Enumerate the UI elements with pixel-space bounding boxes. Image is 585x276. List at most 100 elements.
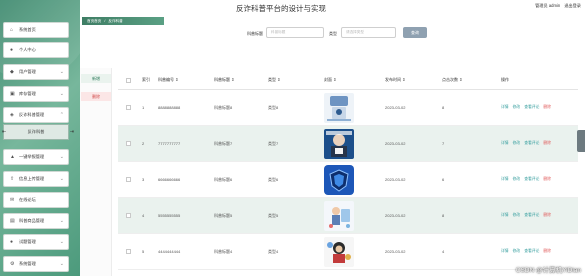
col-clicks-label: 点击次数	[442, 77, 458, 82]
row-checkbox[interactable]	[126, 141, 131, 146]
sidebar-item-questions[interactable]: ● 试题管理 ⌄	[3, 234, 69, 250]
search-button[interactable]: 查询	[403, 27, 427, 38]
row-checkbox[interactable]	[126, 177, 131, 182]
sort-icon: ⇕	[231, 77, 235, 82]
col-code-label: 科普编号	[158, 77, 174, 82]
drag-arrow-right-icon: ⇥	[69, 129, 74, 135]
delete-link[interactable]: 删除	[543, 105, 551, 110]
select-all-checkbox[interactable]	[126, 78, 131, 83]
cell-code: 8888888888	[158, 105, 181, 110]
sidebar-item-label: 库存管理	[19, 91, 36, 96]
delete-link[interactable]: 删除	[543, 177, 551, 182]
delete-link[interactable]: 删除	[543, 249, 551, 254]
col-date-label: 发布时间	[385, 77, 401, 82]
cell-index: 4	[142, 213, 145, 218]
cover-image	[324, 165, 354, 195]
row-checkbox[interactable]	[126, 249, 131, 254]
cell-index: 3	[142, 177, 145, 182]
cell-title: 科普标题7	[214, 141, 233, 146]
sidebar-item-label: 个人中心	[19, 47, 36, 52]
sort-icon: ⇕	[175, 77, 179, 82]
settings-icon: ⚙	[10, 260, 15, 267]
data-table: 索引 科普编号 ⇕ 科普标题 ⇕ 类型 ⇕ 封面 ⇕ 发布时间 ⇕ 点击次数 ⇕…	[118, 72, 578, 270]
logout-link[interactable]: 退出登录	[564, 3, 581, 9]
add-button[interactable]: 新增	[81, 74, 111, 83]
comments-link[interactable]: 查看评论	[524, 141, 539, 146]
sidebar-item-users[interactable]: ◆ 用户管理 ⌄	[3, 64, 69, 80]
chevron-down-icon: ⌄	[59, 154, 64, 160]
row-actions: 详情 修改 查看评论 删除	[501, 105, 551, 110]
row-actions: 详情 修改 查看评论 删除	[501, 177, 551, 182]
table-row: 1 8888888888 科普标题8 类型8 2023-03-02 8 详情 修…	[118, 90, 578, 126]
comments-link[interactable]: 查看评论	[524, 249, 539, 254]
delete-button[interactable]: 删除	[81, 92, 111, 101]
sidebar-item-home[interactable]: ⌂ 系统首页	[3, 22, 69, 38]
row-checkbox[interactable]	[126, 105, 131, 110]
sidebar-item-label: 在线论坛	[19, 197, 36, 202]
edit-link[interactable]: 修改	[513, 177, 521, 182]
col-code[interactable]: 科普编号 ⇕	[158, 77, 178, 83]
cell-type: 类型8	[268, 105, 279, 110]
sidebar-item-label: 系统管理	[19, 261, 36, 266]
cell-clicks: 4	[442, 249, 445, 254]
sidebar-item-anti-fraud[interactable]: ◈ 反诈科普管理 ⌃	[3, 107, 69, 123]
col-type[interactable]: 类型 ⇕	[268, 77, 280, 83]
sidebar-item-report[interactable]: ▲ 一键举报管理 ⌄	[3, 149, 69, 165]
type-select[interactable]: 请选择类型	[341, 27, 396, 38]
sidebar-item-label: 试题管理	[19, 239, 36, 244]
col-cover[interactable]: 封面 ⇕	[324, 77, 336, 83]
edit-link[interactable]: 修改	[513, 249, 521, 254]
sidebar-item-inventory[interactable]: ▣ 库存管理 ⌄	[3, 86, 69, 102]
table-row: 2 7777777777 科普标题7 类型7 2023-03-02 7 详情 修…	[118, 126, 578, 162]
detail-link[interactable]: 详情	[501, 105, 509, 110]
col-clicks[interactable]: 点击次数 ⇕	[442, 77, 462, 83]
sidebar-item-label: 科普商品管理	[19, 218, 45, 223]
shop-icon: ▤	[10, 217, 15, 224]
detail-link[interactable]: 详情	[501, 141, 509, 146]
edit-link[interactable]: 修改	[513, 213, 521, 218]
box-icon: ▣	[10, 90, 15, 97]
cell-clicks: 6	[442, 177, 445, 182]
drag-arrow-left-icon: ⇤	[2, 129, 7, 135]
title-search-input[interactable]: 科普标题	[266, 27, 324, 38]
cell-clicks: 8	[442, 213, 445, 218]
sidebar-item-label: 一键举报管理	[19, 154, 45, 159]
sidebar-item-system[interactable]: ⚙ 系统管理 ⌄	[3, 256, 69, 272]
delete-link[interactable]: 删除	[543, 213, 551, 218]
sidebar: ⌂ 系统首页 ● 个人中心 ◆ 用户管理 ⌄ ▣ 库存管理 ⌄ ◈ 反诈科普管理…	[0, 0, 90, 276]
sidebar-item-shop[interactable]: ▤ 科普商品管理 ⌄	[3, 213, 69, 229]
col-title[interactable]: 科普标题 ⇕	[214, 77, 234, 83]
detail-link[interactable]: 详情	[501, 213, 509, 218]
chevron-up-icon: ⌃	[59, 112, 64, 118]
detail-link[interactable]: 详情	[501, 177, 509, 182]
cell-code: 4444444444	[158, 249, 181, 254]
detail-link[interactable]: 详情	[501, 249, 509, 254]
cover-image	[324, 129, 354, 159]
cell-title: 科普标题4	[214, 249, 233, 254]
sidebar-item-label: 系统首页	[19, 27, 36, 32]
sidebar-subitem-label: 反诈科普	[27, 129, 45, 134]
breadcrumb-home[interactable]: 首页首页	[87, 19, 101, 24]
row-checkbox[interactable]	[126, 213, 131, 218]
comments-link[interactable]: 查看评论	[524, 105, 539, 110]
delete-link[interactable]: 删除	[543, 141, 551, 146]
side-scroll-tab[interactable]	[577, 130, 585, 152]
sidebar-item-label: 信息上传管理	[19, 176, 45, 181]
edit-link[interactable]: 修改	[513, 105, 521, 110]
col-date[interactable]: 发布时间 ⇕	[385, 77, 405, 83]
app-page: ⌂ 系统首页 ● 个人中心 ◆ 用户管理 ⌄ ▣ 库存管理 ⌄ ◈ 反诈科普管理…	[0, 0, 585, 276]
col-index: 索引	[142, 77, 150, 82]
sidebar-item-upload[interactable]: ⇧ 信息上传管理 ⌄	[3, 171, 69, 187]
row-actions: 详情 修改 查看评论 删除	[501, 141, 551, 146]
comments-link[interactable]: 查看评论	[524, 177, 539, 182]
comments-link[interactable]: 查看评论	[524, 213, 539, 218]
sort-icon: ⇕	[402, 77, 406, 82]
sidebar-item-profile[interactable]: ● 个人中心	[3, 42, 69, 58]
sidebar-subitem-anti-fraud[interactable]: ⇤ 反诈科普 ⇥	[2, 124, 74, 140]
sidebar-item-forum[interactable]: ✉ 在线论坛	[3, 192, 69, 208]
cell-type: 类型7	[268, 141, 279, 146]
breadcrumb-separator: /	[104, 19, 106, 23]
page-title: 反诈科普平台的设计与实现	[236, 4, 326, 13]
edit-link[interactable]: 修改	[513, 141, 521, 146]
sort-icon: ⇕	[277, 77, 281, 82]
